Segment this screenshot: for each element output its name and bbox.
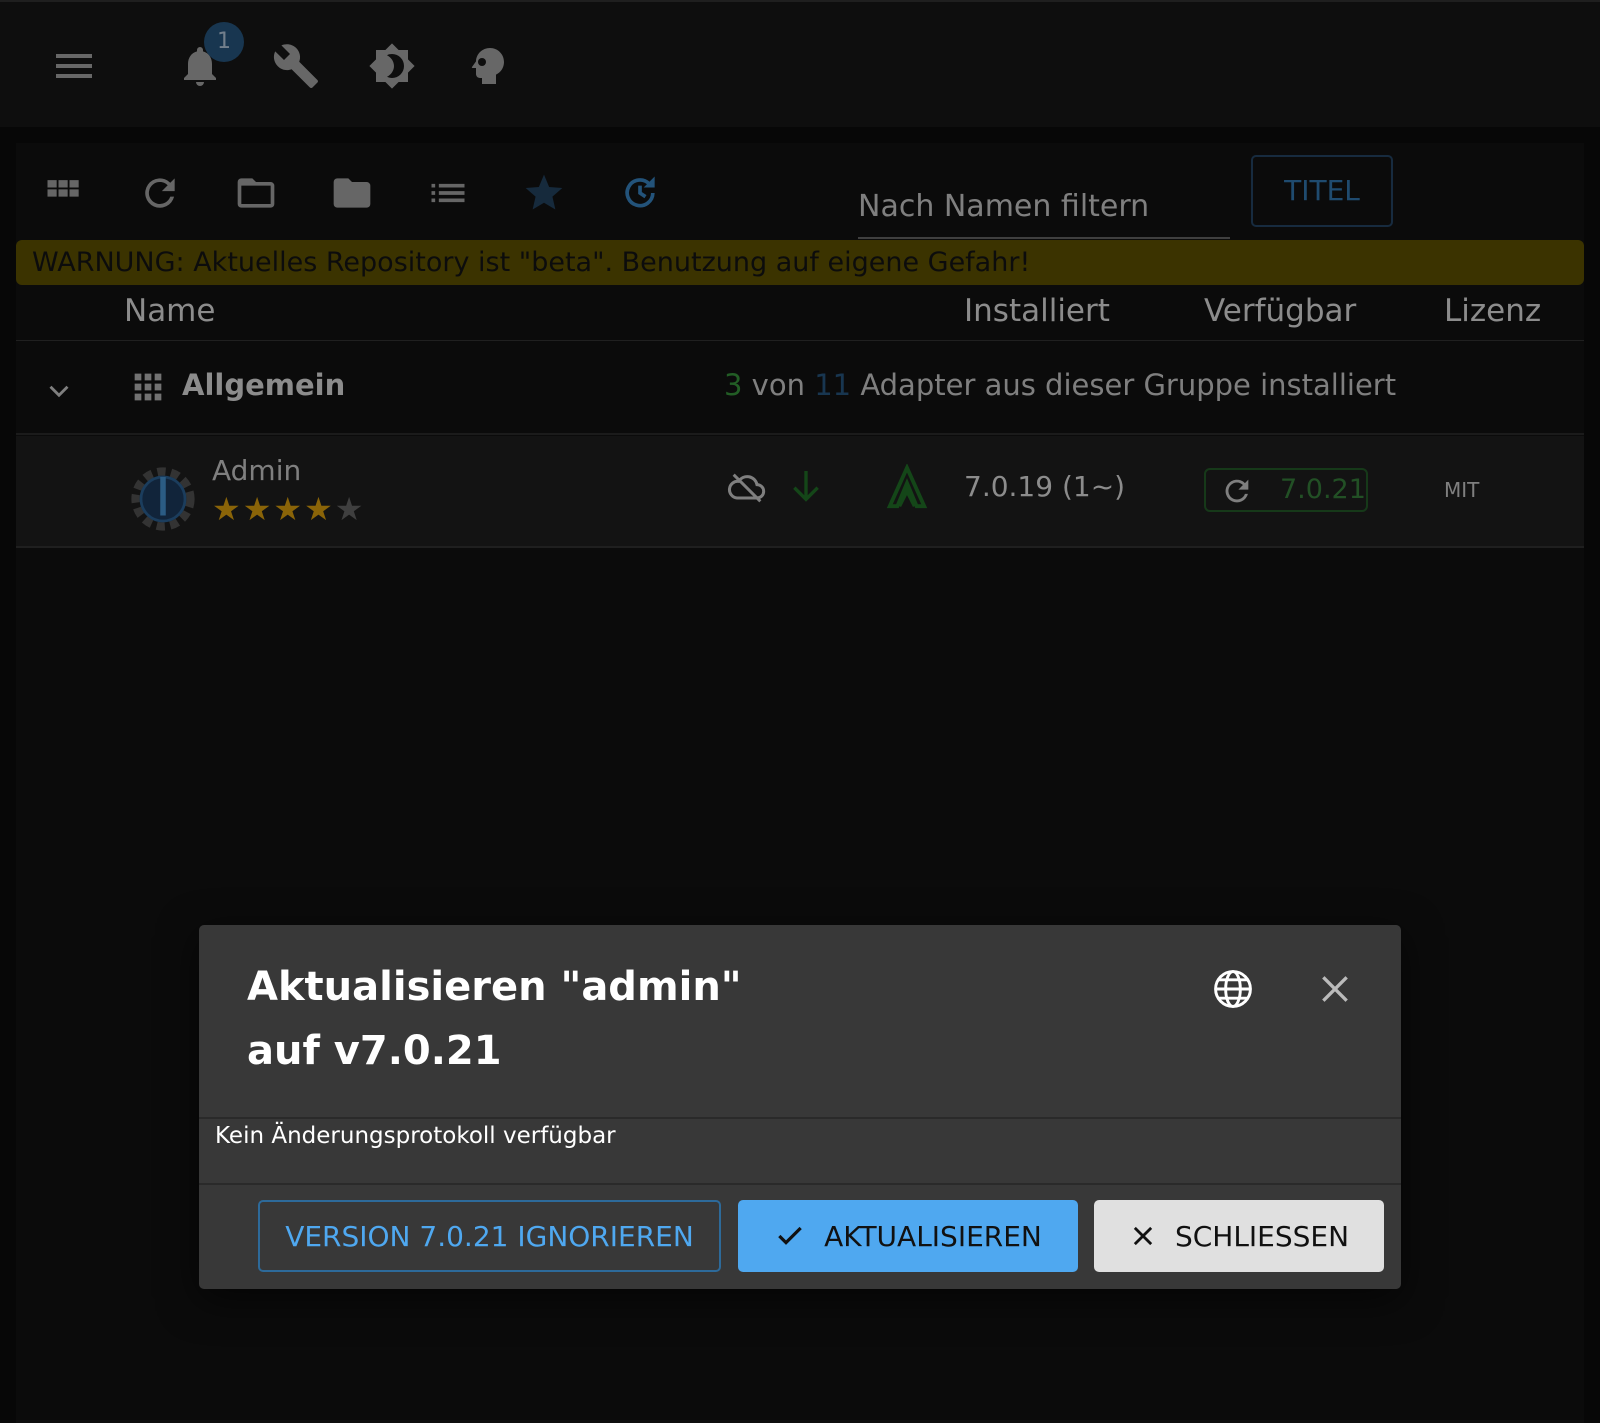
globe-icon[interactable] [1211,967,1255,1011]
update-button[interactable]: AKTUALISIEREN [738,1200,1078,1272]
update-dialog: Aktualisieren "admin" auf v7.0.21 Kein Ä… [199,925,1401,1289]
check-icon [778,1226,802,1245]
dialog-body: Kein Änderungsprotokoll verfügbar [199,1117,1401,1185]
close-button[interactable]: SCHLIESSEN [1094,1200,1384,1272]
update-label: AKTUALISIEREN [824,1219,1042,1253]
ignore-label: VERSION 7.0.21 IGNORIEREN [285,1219,694,1253]
dialog-title: Aktualisieren "admin" auf v7.0.21 [247,964,742,1074]
ignore-version-button[interactable]: VERSION 7.0.21 IGNORIEREN [258,1200,721,1272]
close-label: SCHLIESSEN [1174,1219,1350,1253]
close-icon[interactable] [1315,969,1355,1009]
close-x-icon [1133,1226,1153,1246]
